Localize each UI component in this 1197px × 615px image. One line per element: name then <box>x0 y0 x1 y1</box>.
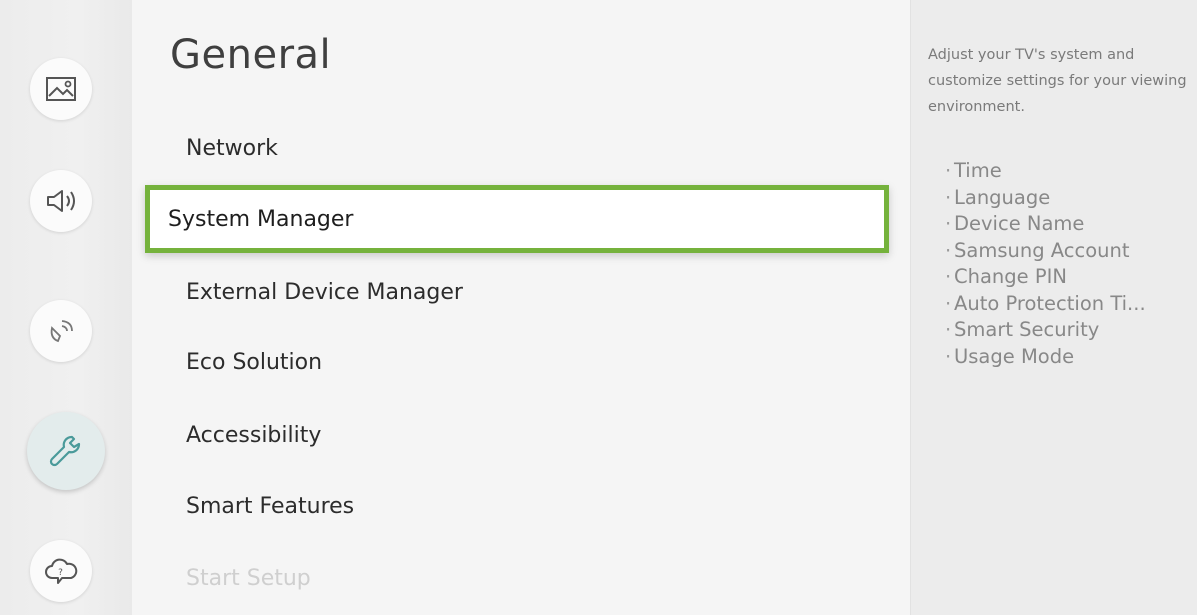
sound-icon <box>44 187 78 215</box>
support-category-button[interactable]: ? <box>30 540 92 602</box>
menu-item-smart-features[interactable]: Smart Features <box>186 494 354 519</box>
list-item: · Time <box>945 159 1002 182</box>
general-menu-panel: General Network System Manager External … <box>132 0 910 615</box>
list-item: · Auto Protection Ti... <box>945 291 1146 315</box>
list-item: · Smart Security <box>945 318 1100 341</box>
settings-category-rail: ? <box>0 0 132 615</box>
general-category-button[interactable] <box>27 412 105 490</box>
svg-text:?: ? <box>58 568 63 578</box>
menu-item-eco-solution[interactable]: Eco Solution <box>186 350 322 375</box>
description-text: Adjust your TV's system and customize se… <box>928 47 1187 115</box>
support-cloud-icon: ? <box>44 556 78 586</box>
list-item: · Change PIN <box>945 265 1067 288</box>
list-item: · Usage Mode <box>945 344 1075 368</box>
broadcasting-category-button[interactable] <box>30 300 92 362</box>
menu-item-system-manager[interactable]: System Manager <box>145 185 889 253</box>
menu-item-accessibility[interactable]: Accessibility <box>186 423 321 448</box>
picture-category-button[interactable] <box>30 58 92 120</box>
list-item: · Samsung Account <box>945 238 1130 262</box>
description-bullet-list: · Time · Language · Device Name · Samsung Ac… <box>945 158 1146 370</box>
sound-category-button[interactable] <box>30 170 92 232</box>
menu-item-label: System Manager <box>168 206 354 232</box>
picture-icon <box>45 76 77 102</box>
list-item: · Language <box>945 185 1051 209</box>
page-title: General <box>170 32 332 78</box>
menu-item-network[interactable]: Network <box>186 136 278 161</box>
menu-item-external-device-manager[interactable]: External Device Manager <box>186 280 463 305</box>
description-panel: Adjust your TV's system and customize se… <box>910 0 1197 615</box>
menu-item-start-setup[interactable]: Start Setup <box>186 566 311 591</box>
general-wrench-icon <box>46 431 86 471</box>
list-item: · Device Name <box>945 212 1085 235</box>
broadcasting-icon <box>46 316 76 346</box>
